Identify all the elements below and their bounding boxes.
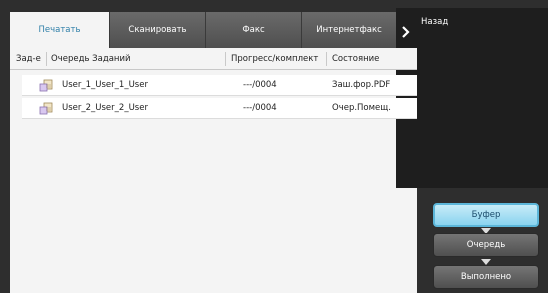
header-job-queue[interactable]: Очередь Заданий xyxy=(51,48,131,70)
table-header: Зад-е Очередь Заданий Прогресс/комплект … xyxy=(10,48,417,70)
header-job-number[interactable]: Зад-е xyxy=(16,48,41,70)
header-progress[interactable]: Прогресс/комплект xyxy=(231,48,318,70)
job-status: Очер.Помещ. xyxy=(332,103,391,113)
header-divider xyxy=(46,52,47,66)
header-status[interactable]: Состояние xyxy=(332,48,379,70)
print-job-icon xyxy=(39,79,53,92)
header-divider xyxy=(326,52,327,66)
mode-tabs: Печатать Сканировать Факс Интернетфакс xyxy=(10,12,396,48)
buffer-button[interactable]: Буфер xyxy=(433,203,539,227)
completed-button[interactable]: Выполнено xyxy=(433,265,539,289)
back-button-label[interactable]: Назад xyxy=(421,17,448,27)
job-name: User_2_User_2_User xyxy=(62,103,148,113)
job-status: Заш.фор.PDF xyxy=(332,80,391,90)
print-job-icon xyxy=(39,102,53,115)
back-area[interactable] xyxy=(396,8,548,188)
job-progress: ---/0004 xyxy=(243,80,277,90)
job-name: User_1_User_1_User xyxy=(62,80,148,90)
table-row[interactable]: User_2_User_2_User ---/0004 Очер.Помещ. xyxy=(22,98,417,119)
job-progress: ---/0004 xyxy=(243,103,277,113)
tab-fax[interactable]: Факс xyxy=(206,12,302,48)
tab-scan[interactable]: Сканировать xyxy=(110,12,206,48)
queue-button[interactable]: Очередь xyxy=(433,233,539,257)
table-row[interactable]: User_1_User_1_User ---/0004 Заш.фор.PDF xyxy=(22,75,417,96)
header-divider xyxy=(225,52,226,66)
tab-print[interactable]: Печатать xyxy=(10,12,110,48)
tab-internet-fax[interactable]: Интернетфакс xyxy=(302,12,396,48)
chevron-right-icon[interactable] xyxy=(400,26,412,38)
